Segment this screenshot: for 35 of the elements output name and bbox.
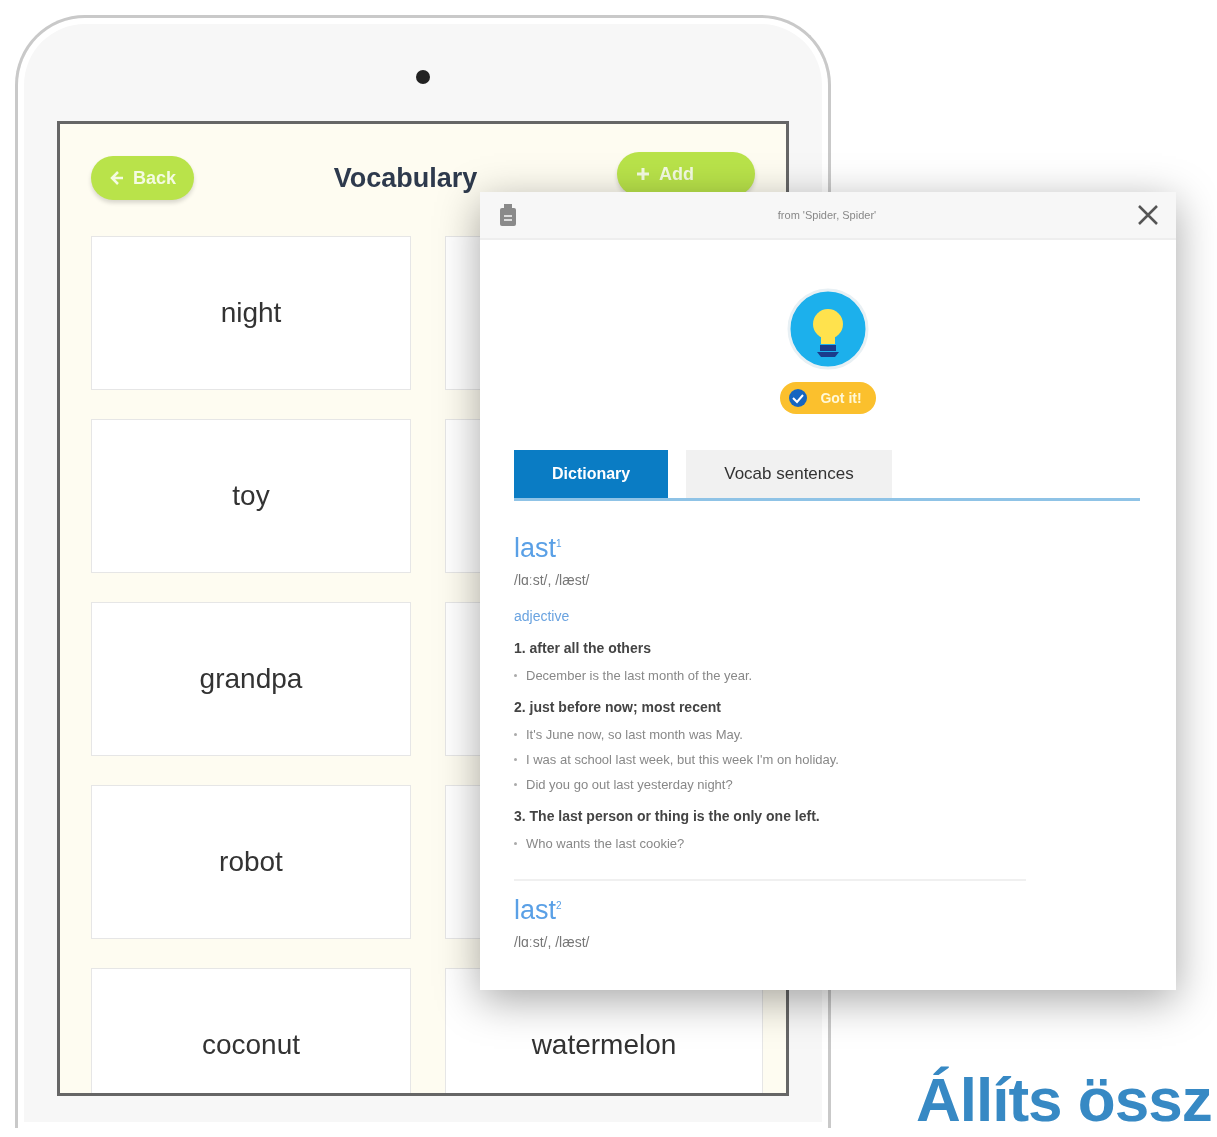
headword: last$^{1}$ (514, 535, 563, 562)
word-card[interactable]: night (91, 236, 411, 390)
bullet-dot (514, 733, 517, 736)
screen-title: Vocabulary (333, 162, 478, 194)
close-icon[interactable] (1136, 203, 1160, 227)
part-of-speech: adjective (514, 608, 571, 624)
pronunciation: /lɑːst/, /læst/ (514, 934, 591, 950)
trash-icon[interactable] (498, 203, 518, 227)
camera-dot (416, 70, 430, 84)
definition: 1. after all the others (514, 640, 652, 656)
example-sentence: Who wants the last cookie? (526, 836, 685, 851)
word-card[interactable]: coconut (91, 968, 411, 1093)
bullet-dot (514, 674, 517, 677)
tab[interactable]: Vocab sentences (686, 450, 892, 498)
source-label: from 'Spider, Spider' (777, 209, 877, 221)
promo-heading: Állíts össz (916, 1065, 1212, 1134)
definition: 3. The last person or thing is the only one left. (514, 808, 821, 824)
bullet-dot (514, 783, 517, 786)
example-sentence: December is the last month of the year. (526, 668, 753, 683)
checkmark-icon (788, 388, 809, 408)
definition: 2. just before now; most recent (514, 699, 722, 715)
lightbulb-icon (787, 288, 869, 370)
tab[interactable]: Dictionary (514, 450, 669, 498)
example-sentence: It's June now, so last month was May. (526, 727, 743, 742)
word-card[interactable]: robot (91, 785, 411, 939)
word-card[interactable]: grandpa (91, 602, 411, 756)
bullet-dot (514, 842, 517, 845)
example-sentence: I was at school last week, but this week I'm on holiday. (526, 752, 839, 767)
headword: last$^{2}$ (514, 897, 563, 924)
pronunciation: /lɑːst/, /læst/ (514, 572, 591, 588)
example-sentence: Did you go out last yesterday night? (526, 777, 733, 792)
arrow-left-icon (109, 170, 125, 186)
plus-icon (635, 166, 651, 182)
word-card[interactable]: toy (91, 419, 411, 573)
bullet-dot (514, 758, 517, 761)
